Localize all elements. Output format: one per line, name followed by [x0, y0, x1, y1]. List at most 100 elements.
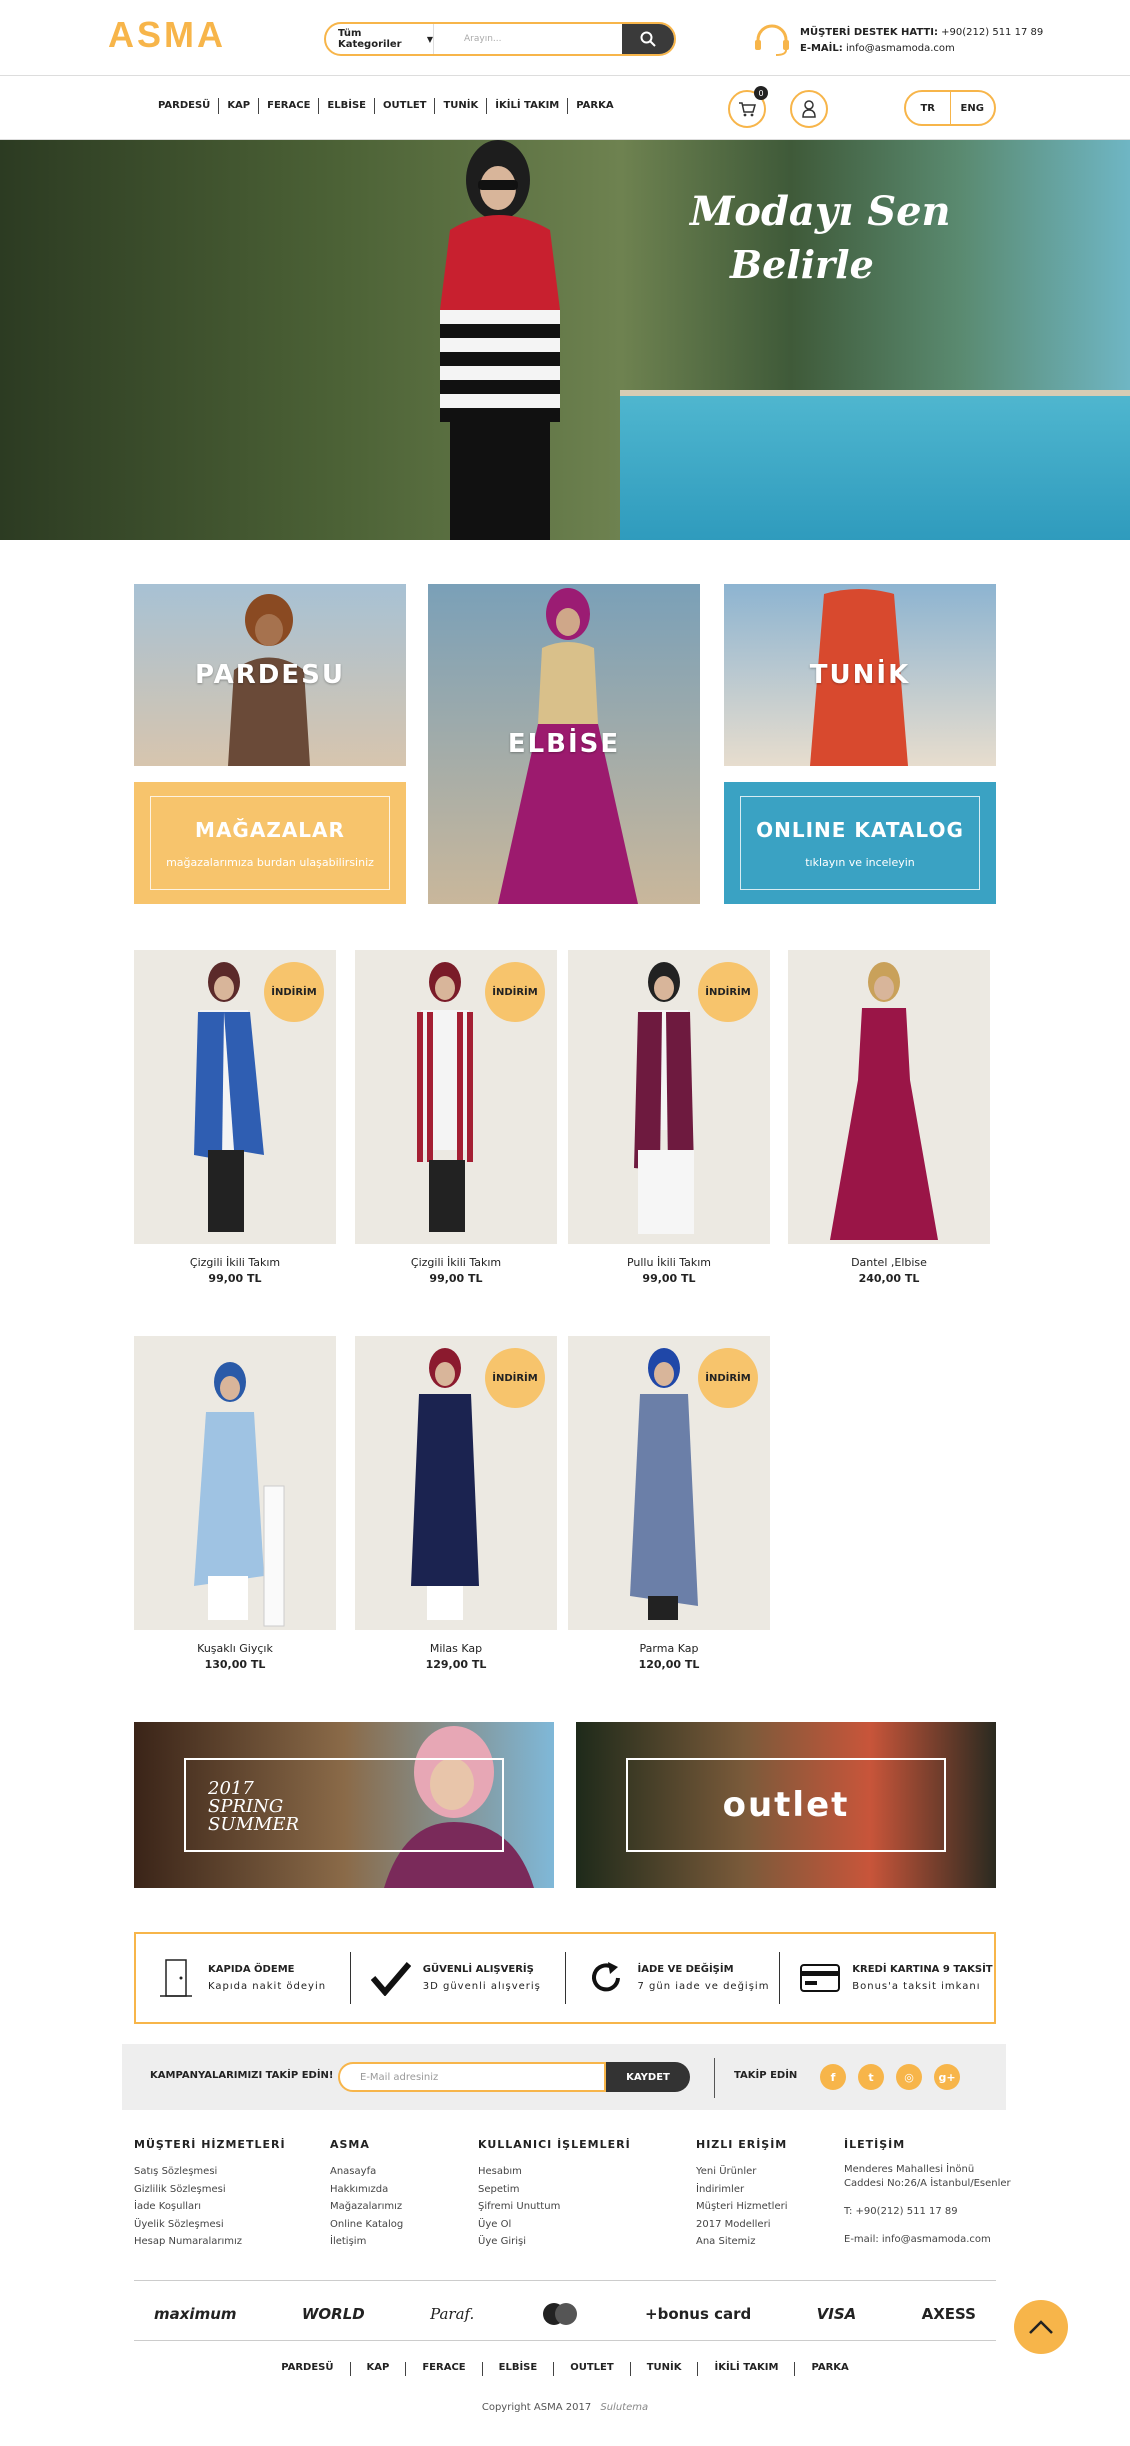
product-card[interactable]: İNDİRİM Parma Kap 120,00 TL	[568, 1336, 770, 1671]
product-card[interactable]: İNDİRİM Çizgili İkili Takım 99,00 TL	[134, 950, 336, 1285]
product-card[interactable]: İNDİRİM Çizgili İkili Takım 99,00 TL	[355, 950, 557, 1285]
footer-link[interactable]: Satış Sözleşmesi	[134, 2163, 286, 2181]
footer-nav-pardesu[interactable]: PARDESÜ	[265, 2362, 349, 2376]
footer-nav-tunik[interactable]: TUNİK	[631, 2362, 698, 2376]
product-name: Çizgili İkili Takım	[410, 1256, 502, 1269]
twitter-icon[interactable]: t	[858, 2064, 884, 2090]
discount-badge: İNDİRİM	[698, 962, 758, 1022]
footer-nav-parka[interactable]: PARKA	[795, 2362, 864, 2376]
stores-title: MAĞAZALAR	[195, 817, 345, 842]
lang-eng[interactable]: ENG	[951, 92, 995, 124]
contact-email[interactable]: E-mail: info@asmamoda.com	[844, 2231, 1011, 2249]
nav-item-outlet[interactable]: OUTLET	[375, 100, 434, 114]
product-card[interactable]: Kuşaklı Giyçık 130,00 TL	[134, 1336, 336, 1671]
footer-link[interactable]: İade Koşulları	[134, 2198, 286, 2216]
footer-link[interactable]: Hesap Numaralarımız	[134, 2233, 286, 2251]
online-catalog-tile[interactable]: ONLINE KATALOG tıklayın ve inceleyin	[724, 782, 996, 904]
footer-nav-outlet[interactable]: OUTLET	[554, 2362, 629, 2376]
divider	[134, 2340, 996, 2341]
footer-link[interactable]: Üye Girişi	[478, 2233, 631, 2251]
footer-column-title: ASMA	[330, 2138, 370, 2151]
footer-link[interactable]: Gizlilik Sözleşmesi	[134, 2181, 286, 2199]
credit-logo[interactable]: Sulutema	[600, 2402, 648, 2413]
footer-link[interactable]: Online Katalog	[330, 2216, 403, 2234]
google-plus-icon[interactable]: g+	[934, 2064, 960, 2090]
product-card[interactable]: İNDİRİM Milas Kap 129,00 TL	[355, 1336, 557, 1671]
product-card[interactable]: Dantel ,Elbise 240,00 TL	[788, 950, 990, 1285]
facebook-icon[interactable]: f	[820, 2064, 846, 2090]
divider	[134, 2280, 996, 2281]
door-icon	[160, 1959, 192, 1997]
feature-subtitle: 3D güvenli alışveriş	[422, 1981, 541, 1992]
footer-link[interactable]: Şifremi Unuttum	[478, 2198, 631, 2216]
nav-item-kap[interactable]: KAP	[219, 100, 258, 114]
product-card[interactable]: İNDİRİM Pullu İkili Takım 99,00 TL	[568, 950, 770, 1285]
scroll-to-top-button[interactable]	[1014, 2300, 1068, 2354]
discount-badge: İNDİRİM	[698, 1348, 758, 1408]
category-label: ELBİSE	[507, 729, 621, 759]
follow-label: TAKİP EDİN	[734, 2070, 798, 2081]
category-tile-pardesu[interactable]: PARDESU	[134, 584, 406, 766]
search-input[interactable]: Arayın...	[434, 24, 622, 54]
email-field[interactable]: E-Mail adresiniz	[338, 2062, 606, 2092]
product-image: İNDİRİM	[355, 1336, 557, 1630]
support-email[interactable]: info@asmamoda.com	[846, 43, 955, 54]
footer-link[interactable]: İndirimler	[696, 2181, 788, 2199]
payment-logos: maximum WORLD Paraf. +bonus card VISA AX…	[134, 2296, 996, 2332]
footer-link[interactable]: Yeni Ürünler	[696, 2163, 788, 2181]
world-logo: WORLD	[301, 2305, 365, 2323]
instagram-icon[interactable]: ◎	[896, 2064, 922, 2090]
footer-link[interactable]: Mağazalarımız	[330, 2198, 403, 2216]
divider	[714, 2058, 715, 2098]
feature-item: GÜVENLİ ALIŞVERİŞ 3D güvenli alışveriş	[351, 1952, 566, 2004]
outlet-banner[interactable]: outlet	[576, 1722, 996, 1888]
footer-link[interactable]: Müşteri Hizmetleri	[696, 2198, 788, 2216]
category-tile-elbise[interactable]: ELBİSE	[428, 584, 700, 904]
footer-nav-elbise[interactable]: ELBİSE	[483, 2362, 554, 2376]
summer-word: SUMMER	[208, 1814, 300, 1835]
product-price: 120,00 TL	[638, 1658, 700, 1671]
logo[interactable]: ASMA	[108, 14, 226, 56]
feature-item: KREDİ KARTINA 9 TAKSİT Bonus'a taksit imk…	[780, 1952, 994, 2004]
category-tile-tunik[interactable]: TUNİK	[724, 584, 996, 766]
lang-tr[interactable]: TR	[906, 92, 950, 124]
footer-link[interactable]: Sepetim	[478, 2181, 631, 2199]
product-image: İNDİRİM	[568, 1336, 770, 1630]
footer-link[interactable]: Üye Ol	[478, 2216, 631, 2234]
hero-title-line1: Modayı Sen	[690, 188, 951, 235]
hero-banner[interactable]: Modayı Sen Belirle	[0, 140, 1130, 540]
nav-item-elbise[interactable]: ELBİSE	[319, 100, 374, 114]
footer-link[interactable]: Ana Sitemiz	[696, 2233, 788, 2251]
footer-link[interactable]: Hakkımızda	[330, 2181, 403, 2199]
nav-item-pardesu[interactable]: PARDESÜ	[150, 100, 218, 114]
cart-count-badge: 0	[754, 86, 768, 100]
hero-model-image	[440, 140, 560, 540]
support-phone[interactable]: +90(212) 511 17 89	[941, 27, 1043, 38]
spring-summer-banner[interactable]: 2017 SPRING SUMMER	[134, 1722, 554, 1888]
footer-nav-kap[interactable]: KAP	[351, 2362, 406, 2376]
footer-link[interactable]: Üyelik Sözleşmesi	[134, 2216, 286, 2234]
account-button[interactable]	[790, 90, 828, 128]
stores-subtitle: mağazalarımıza burdan ulaşabilirsiniz	[166, 855, 374, 869]
contact-phone[interactable]: T: +90(212) 511 17 89	[844, 2203, 1011, 2221]
product-price: 129,00 TL	[425, 1658, 487, 1671]
nav-item-ferace[interactable]: FERACE	[259, 100, 318, 114]
nav-item-parka[interactable]: PARKA	[568, 100, 621, 114]
footer-nav-ikili-takim[interactable]: İKİLİ TAKIM	[698, 2362, 794, 2376]
footer-link[interactable]: Anasayfa	[330, 2163, 403, 2181]
feature-title: İADE VE DEĞİŞİM	[637, 1964, 734, 1975]
feature-subtitle: Kapıda nakit ödeyin	[208, 1981, 327, 1992]
hero-title-line2: Belirle	[730, 242, 874, 287]
spring-frame: 2017 SPRING SUMMER	[184, 1758, 504, 1852]
footer-link[interactable]: İletişim	[330, 2233, 403, 2251]
stores-tile[interactable]: MAĞAZALAR mağazalarımıza burdan ulaşabil…	[134, 782, 406, 904]
category-select[interactable]: Tüm Kategoriler ▼	[326, 24, 434, 54]
subscribe-button[interactable]: KAYDET	[606, 2062, 690, 2092]
footer-link[interactable]: 2017 Modelleri	[696, 2216, 788, 2234]
footer-nav-ferace[interactable]: FERACE	[406, 2362, 481, 2376]
nav-item-ikili-takim[interactable]: İKİLİ TAKIM	[487, 100, 567, 114]
footer-link[interactable]: Hesabım	[478, 2163, 631, 2181]
nav-item-tunik[interactable]: TUNİK	[435, 100, 486, 114]
category-select-label: Tüm Kategoriler	[338, 28, 402, 50]
search-button[interactable]	[622, 24, 674, 54]
